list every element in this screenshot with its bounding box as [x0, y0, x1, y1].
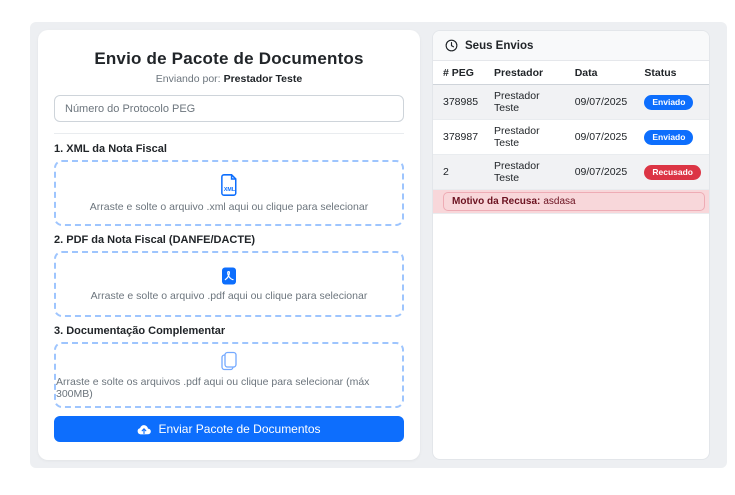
col-status: Status — [636, 61, 709, 85]
peg-cell: 2 — [433, 155, 486, 190]
status-badge: Recusado — [644, 165, 701, 180]
xml-dropzone[interactable]: XML Arraste e solte o arquivo .xml aqui … — [54, 160, 404, 226]
prestador-cell: Prestador Teste — [486, 85, 567, 120]
submissions-title: Seus Envios — [465, 40, 533, 52]
xml-file-icon: XML — [220, 174, 239, 196]
xml-section-label: 1. XML da Nota Fiscal — [54, 143, 404, 155]
status-cell: Recusado — [636, 155, 709, 190]
rejection-reason-label: Motivo da Recusa: — [452, 196, 540, 207]
divider — [54, 133, 404, 134]
status-cell: Enviado — [636, 85, 709, 120]
protocol-peg-input[interactable] — [54, 95, 404, 122]
sending-by-subtitle: Enviando por:Prestador Teste — [54, 73, 404, 85]
data-cell: 09/07/2025 — [567, 155, 637, 190]
col-data: Data — [567, 61, 637, 85]
table-row: 378985 Prestador Teste 09/07/2025 Enviad… — [433, 85, 709, 120]
rejection-reason-row: Motivo da Recusa:asdasa — [433, 190, 709, 214]
docs-section-label: 3. Documentação Complementar — [54, 325, 404, 337]
col-peg: # PEG — [433, 61, 486, 85]
send-package-button[interactable]: Enviar Pacote de Documentos — [54, 416, 404, 442]
col-prestador: Prestador — [486, 61, 567, 85]
upload-form-card: Envio de Pacote de Documentos Enviando p… — [38, 30, 420, 460]
docs-dropzone[interactable]: Arraste e solte os arquivos .pdf aqui ou… — [54, 342, 404, 408]
subtitle-prefix: Enviando por: — [156, 73, 221, 85]
prestador-cell: Prestador Teste — [486, 155, 567, 190]
rejection-reason-alert: Motivo da Recusa:asdasa — [443, 192, 705, 211]
peg-cell: 378987 — [433, 120, 486, 155]
svg-text:XML: XML — [223, 187, 235, 193]
cloud-upload-icon — [137, 424, 151, 435]
status-badge: Enviado — [644, 130, 693, 145]
status-badge: Enviado — [644, 95, 693, 110]
data-cell: 09/07/2025 — [567, 120, 637, 155]
table-header-row: # PEG Prestador Data Status — [433, 61, 709, 85]
files-icon — [220, 351, 238, 371]
pdf-section-label: 2. PDF da Nota Fiscal (DANFE/DACTE) — [54, 234, 404, 246]
table-row: 378987 Prestador Teste 09/07/2025 Enviad… — [433, 120, 709, 155]
prestador-cell: Prestador Teste — [486, 120, 567, 155]
pdf-dropzone-hint: Arraste e solte o arquivo .pdf aqui ou c… — [91, 290, 368, 302]
pdf-file-icon — [221, 267, 237, 285]
submissions-table: # PEG Prestador Data Status 378985 Prest… — [433, 61, 709, 214]
xml-dropzone-hint: Arraste e solte o arquivo .xml aqui ou c… — [90, 201, 368, 213]
submissions-header: Seus Envios — [433, 31, 709, 61]
status-cell: Enviado — [636, 120, 709, 155]
send-package-button-label: Enviar Pacote de Documentos — [158, 422, 320, 436]
peg-cell: 378985 — [433, 85, 486, 120]
table-row: 2 Prestador Teste 09/07/2025 Recusado — [433, 155, 709, 190]
provider-name: Prestador Teste — [224, 73, 303, 85]
data-cell: 09/07/2025 — [567, 85, 637, 120]
rejection-reason-value: asdasa — [543, 196, 575, 207]
submissions-card: Seus Envios # PEG Prestador Data Status … — [432, 30, 710, 460]
pdf-dropzone[interactable]: Arraste e solte o arquivo .pdf aqui ou c… — [54, 251, 404, 317]
app-background: Envio de Pacote de Documentos Enviando p… — [30, 22, 727, 468]
clock-icon — [445, 39, 458, 52]
page-title: Envio de Pacote de Documentos — [54, 49, 404, 69]
docs-dropzone-hint: Arraste e solte os arquivos .pdf aqui ou… — [56, 376, 402, 400]
